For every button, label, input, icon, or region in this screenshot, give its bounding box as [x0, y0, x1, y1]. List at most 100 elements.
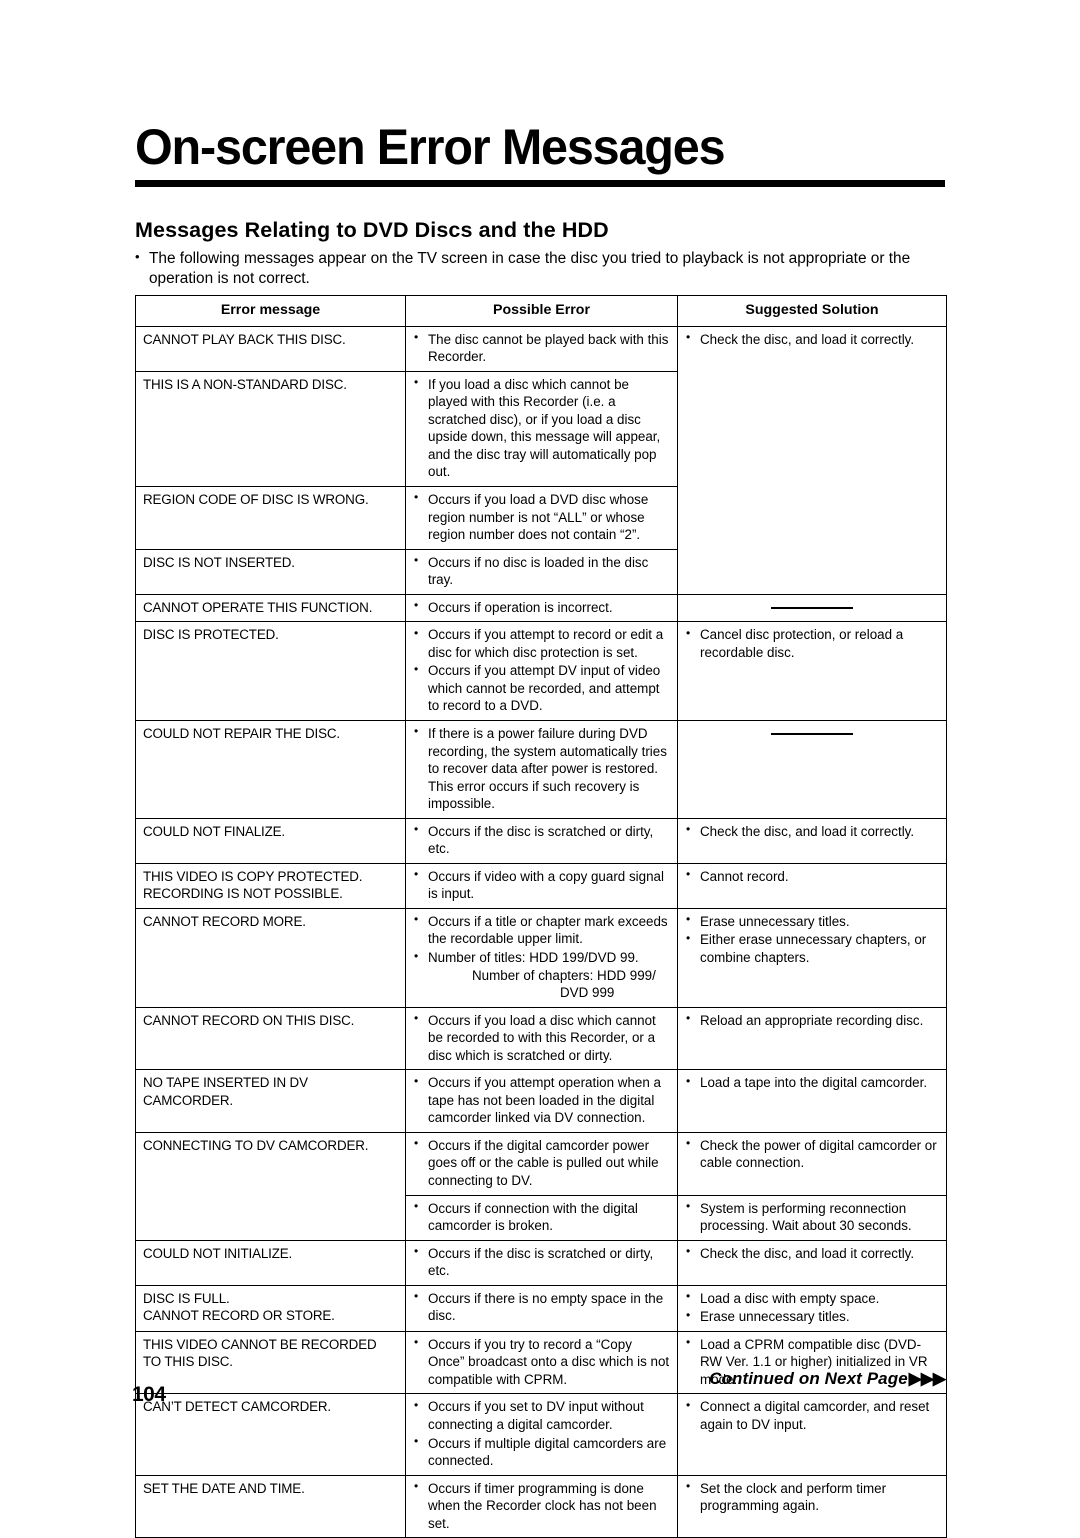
- table-row: COULD NOT REPAIR THE DISC. If there is a…: [135, 719, 947, 819]
- bullet-item: Occurs if you load a DVD disc whose regi…: [413, 489, 670, 544]
- intro-bullet-text: The following messages appear on the TV …: [135, 248, 947, 290]
- possible-error-cell: Occurs if video with a copy guard signal…: [405, 862, 678, 909]
- possible-error-cell: The disc cannot be played back with this…: [405, 325, 678, 372]
- bullet-item: Check the disc, and load it correctly.: [685, 1243, 939, 1263]
- bullet-item: Occurs if the digital camcorder power go…: [413, 1135, 670, 1190]
- table-row: THIS VIDEO IS COPY PROTECTED. RECORDING …: [135, 862, 947, 909]
- error-message-cell: COULD NOT INITIALIZE.: [135, 1239, 406, 1286]
- bullet-item: Occurs if you attempt operation when a t…: [413, 1073, 670, 1127]
- page-title: On-screen Error Messages: [135, 119, 726, 175]
- error-message-cell: COULD NOT FINALIZE.: [135, 817, 406, 864]
- suggested-solution-cell: Reload an appropriate recording disc.: [677, 1006, 947, 1071]
- error-message-cell: NO TAPE INSERTED IN DV CAMCORDER.: [135, 1069, 406, 1133]
- table-row: SET THE DATE AND TIME. Occurs if timer p…: [135, 1474, 947, 1538]
- possible-error-cell: Occurs if the disc is scratched or dirty…: [405, 817, 678, 864]
- bullet-item: Occurs if connection with the digital ca…: [413, 1198, 670, 1235]
- continued-on-next-page: Continued on Next Page▶▶▶: [709, 1369, 946, 1389]
- possible-error-cell: Occurs if timer programming is done when…: [405, 1474, 678, 1538]
- suggested-solution-cell: Check the disc, and load it correctly.: [677, 1239, 947, 1286]
- possible-error-cell: If there is a power failure during DVD r…: [405, 719, 678, 819]
- suggested-solution-cell: Erase unnecessary titles. Either erase u…: [677, 907, 947, 1008]
- bullet-item: Cancel disc protection, or reload a reco…: [685, 625, 939, 661]
- bullet-item: If you load a disc which cannot be playe…: [413, 374, 670, 481]
- suggested-solution-cell: Set the clock and perform timer programm…: [677, 1474, 947, 1538]
- error-message-cell: DISC IS PROTECTED.: [135, 621, 406, 721]
- error-message-cell: DISC IS NOT INSERTED.: [135, 548, 406, 595]
- table-row: DISC IS PROTECTED. Occurs if you attempt…: [135, 621, 947, 721]
- error-message-cell: THIS VIDEO CANNOT BE RECORDED TO THIS DI…: [135, 1330, 406, 1395]
- table-row: CAN’T DETECT CAMCORDER. Occurs if you se…: [135, 1393, 947, 1476]
- table-row: DISC IS FULL. CANNOT RECORD OR STORE. Oc…: [135, 1284, 947, 1332]
- error-message-line: DISC IS FULL.: [143, 1290, 230, 1306]
- bullet-item: Occurs if there is no empty space in the…: [413, 1288, 670, 1325]
- possible-error-cell: Occurs if no disc is loaded in the disc …: [405, 548, 678, 595]
- column-header-possible-error: Possible Error: [405, 295, 678, 327]
- bullet-item: Occurs if you load a disc which cannot b…: [413, 1010, 670, 1065]
- possible-error-cell: Occurs if there is no empty space in the…: [405, 1284, 678, 1332]
- bullet-item: Reload an appropriate recording disc.: [685, 1010, 939, 1030]
- error-message-cell: REGION CODE OF DISC IS WRONG.: [135, 485, 406, 550]
- possible-error-cell: If you load a disc which cannot be playe…: [405, 370, 678, 487]
- table-row: CANNOT PLAY BACK THIS DISC. The disc can…: [135, 325, 947, 595]
- bullet-item: Occurs if operation is incorrect.: [413, 597, 670, 617]
- table-row: CANNOT OPERATE THIS FUNCTION. Occurs if …: [135, 593, 947, 623]
- column-header-suggested-solution: Suggested Solution: [677, 295, 947, 327]
- error-message-cell: DISC IS FULL. CANNOT RECORD OR STORE.: [135, 1284, 406, 1332]
- bullet-item: Occurs if you try to record a “Copy Once…: [413, 1334, 670, 1389]
- bullet-item: The disc cannot be played back with this…: [413, 329, 670, 366]
- bullet-item: Occurs if the disc is scratched or dirty…: [413, 821, 670, 858]
- em-dash-placeholder: [771, 733, 853, 736]
- bullet-continuation: Number of chapters: HDD 999/: [472, 967, 656, 983]
- bullet-item: Set the clock and perform timer programm…: [685, 1478, 939, 1515]
- bullet-item: Occurs if no disc is loaded in the disc …: [413, 552, 670, 589]
- title-block: On-screen Error Messages: [135, 122, 945, 187]
- bullet-item: Occurs if the disc is scratched or dirty…: [413, 1243, 670, 1280]
- title-rule: [135, 180, 945, 187]
- error-message-line: THIS VIDEO IS COPY PROTECTED.: [143, 868, 363, 884]
- error-message-cell: CAN’T DETECT CAMCORDER.: [135, 1393, 406, 1476]
- suggested-solution-cell: System is performing reconnection proces…: [677, 1194, 947, 1241]
- bullet-item: Occurs if timer programming is done when…: [413, 1478, 670, 1533]
- suggested-solution-cell: Check the disc, and load it correctly.: [677, 325, 947, 595]
- suggested-solution-cell: Check the disc, and load it correctly.: [677, 817, 947, 864]
- error-message-cell: SET THE DATE AND TIME.: [135, 1474, 406, 1538]
- possible-error-cell: Occurs if you attempt to record or edit …: [405, 621, 678, 721]
- bullet-item: Occurs if you attempt to record or edit …: [413, 625, 670, 661]
- bullet-item: Check the power of digital camcorder or …: [685, 1135, 939, 1172]
- bullet-item: Occurs if video with a copy guard signal…: [413, 866, 670, 903]
- bullet-continuation: DVD 999: [560, 985, 615, 1001]
- error-message-line: CANNOT RECORD OR STORE.: [143, 1308, 335, 1324]
- column-header-error-message: Error message: [135, 295, 406, 327]
- intro-paragraph: The following messages appear on the TV …: [135, 248, 947, 290]
- possible-error-cell: Occurs if you load a DVD disc whose regi…: [405, 485, 678, 550]
- bullet-text: Number of titles: HDD 199/DVD 99.: [428, 950, 639, 965]
- error-message-cell: CANNOT RECORD ON THIS DISC.: [135, 1006, 406, 1071]
- bullet-item: Erase unnecessary titles.: [685, 911, 939, 931]
- error-message-cell: CANNOT PLAY BACK THIS DISC.: [135, 325, 406, 372]
- table-row: COULD NOT INITIALIZE. Occurs if the disc…: [135, 1239, 947, 1286]
- error-message-line: RECORDING IS NOT POSSIBLE.: [143, 886, 343, 902]
- suggested-solution-cell-empty: [677, 719, 947, 819]
- error-message-cell: CANNOT RECORD MORE.: [135, 907, 406, 1008]
- bullet-item: Occurs if multiple digital camcorders ar…: [413, 1433, 670, 1470]
- possible-error-cell: Occurs if operation is incorrect.: [405, 593, 678, 623]
- manual-page: On-screen Error Messages Messages Relati…: [0, 0, 1080, 1538]
- bullet-item: Cannot record.: [685, 866, 939, 886]
- section-heading: Messages Relating to DVD Discs and the H…: [135, 218, 609, 242]
- suggested-solution-cell: Connect a digital camcorder, and reset a…: [677, 1393, 947, 1476]
- error-message-line: CAMCORDER.: [143, 1092, 234, 1108]
- error-message-line: THIS VIDEO CANNOT BE RECORDED: [143, 1336, 377, 1352]
- error-message-cell: THIS IS A NON-STANDARD DISC.: [135, 370, 406, 487]
- bullet-item: Occurs if you attempt DV input of video …: [413, 661, 670, 715]
- error-message-line: NO TAPE INSERTED IN DV: [143, 1075, 308, 1091]
- possible-error-cell: Occurs if you load a disc which cannot b…: [405, 1006, 678, 1071]
- possible-error-cell: Occurs if you attempt operation when a t…: [405, 1069, 678, 1133]
- possible-error-cell: Occurs if a title or chapter mark exceed…: [405, 907, 678, 1008]
- table-row: COULD NOT FINALIZE. Occurs if the disc i…: [135, 817, 947, 864]
- error-messages-table: Error message Possible Error Suggested S…: [135, 295, 947, 1538]
- error-message-cell: COULD NOT REPAIR THE DISC.: [135, 719, 406, 819]
- suggested-solution-cell: Load a disc with empty space. Erase unne…: [677, 1284, 947, 1332]
- possible-error-cell: Occurs if the disc is scratched or dirty…: [405, 1239, 678, 1286]
- bullet-item: Check the disc, and load it correctly.: [685, 821, 939, 841]
- triangle-arrows-icon: ▶▶▶: [908, 1369, 946, 1388]
